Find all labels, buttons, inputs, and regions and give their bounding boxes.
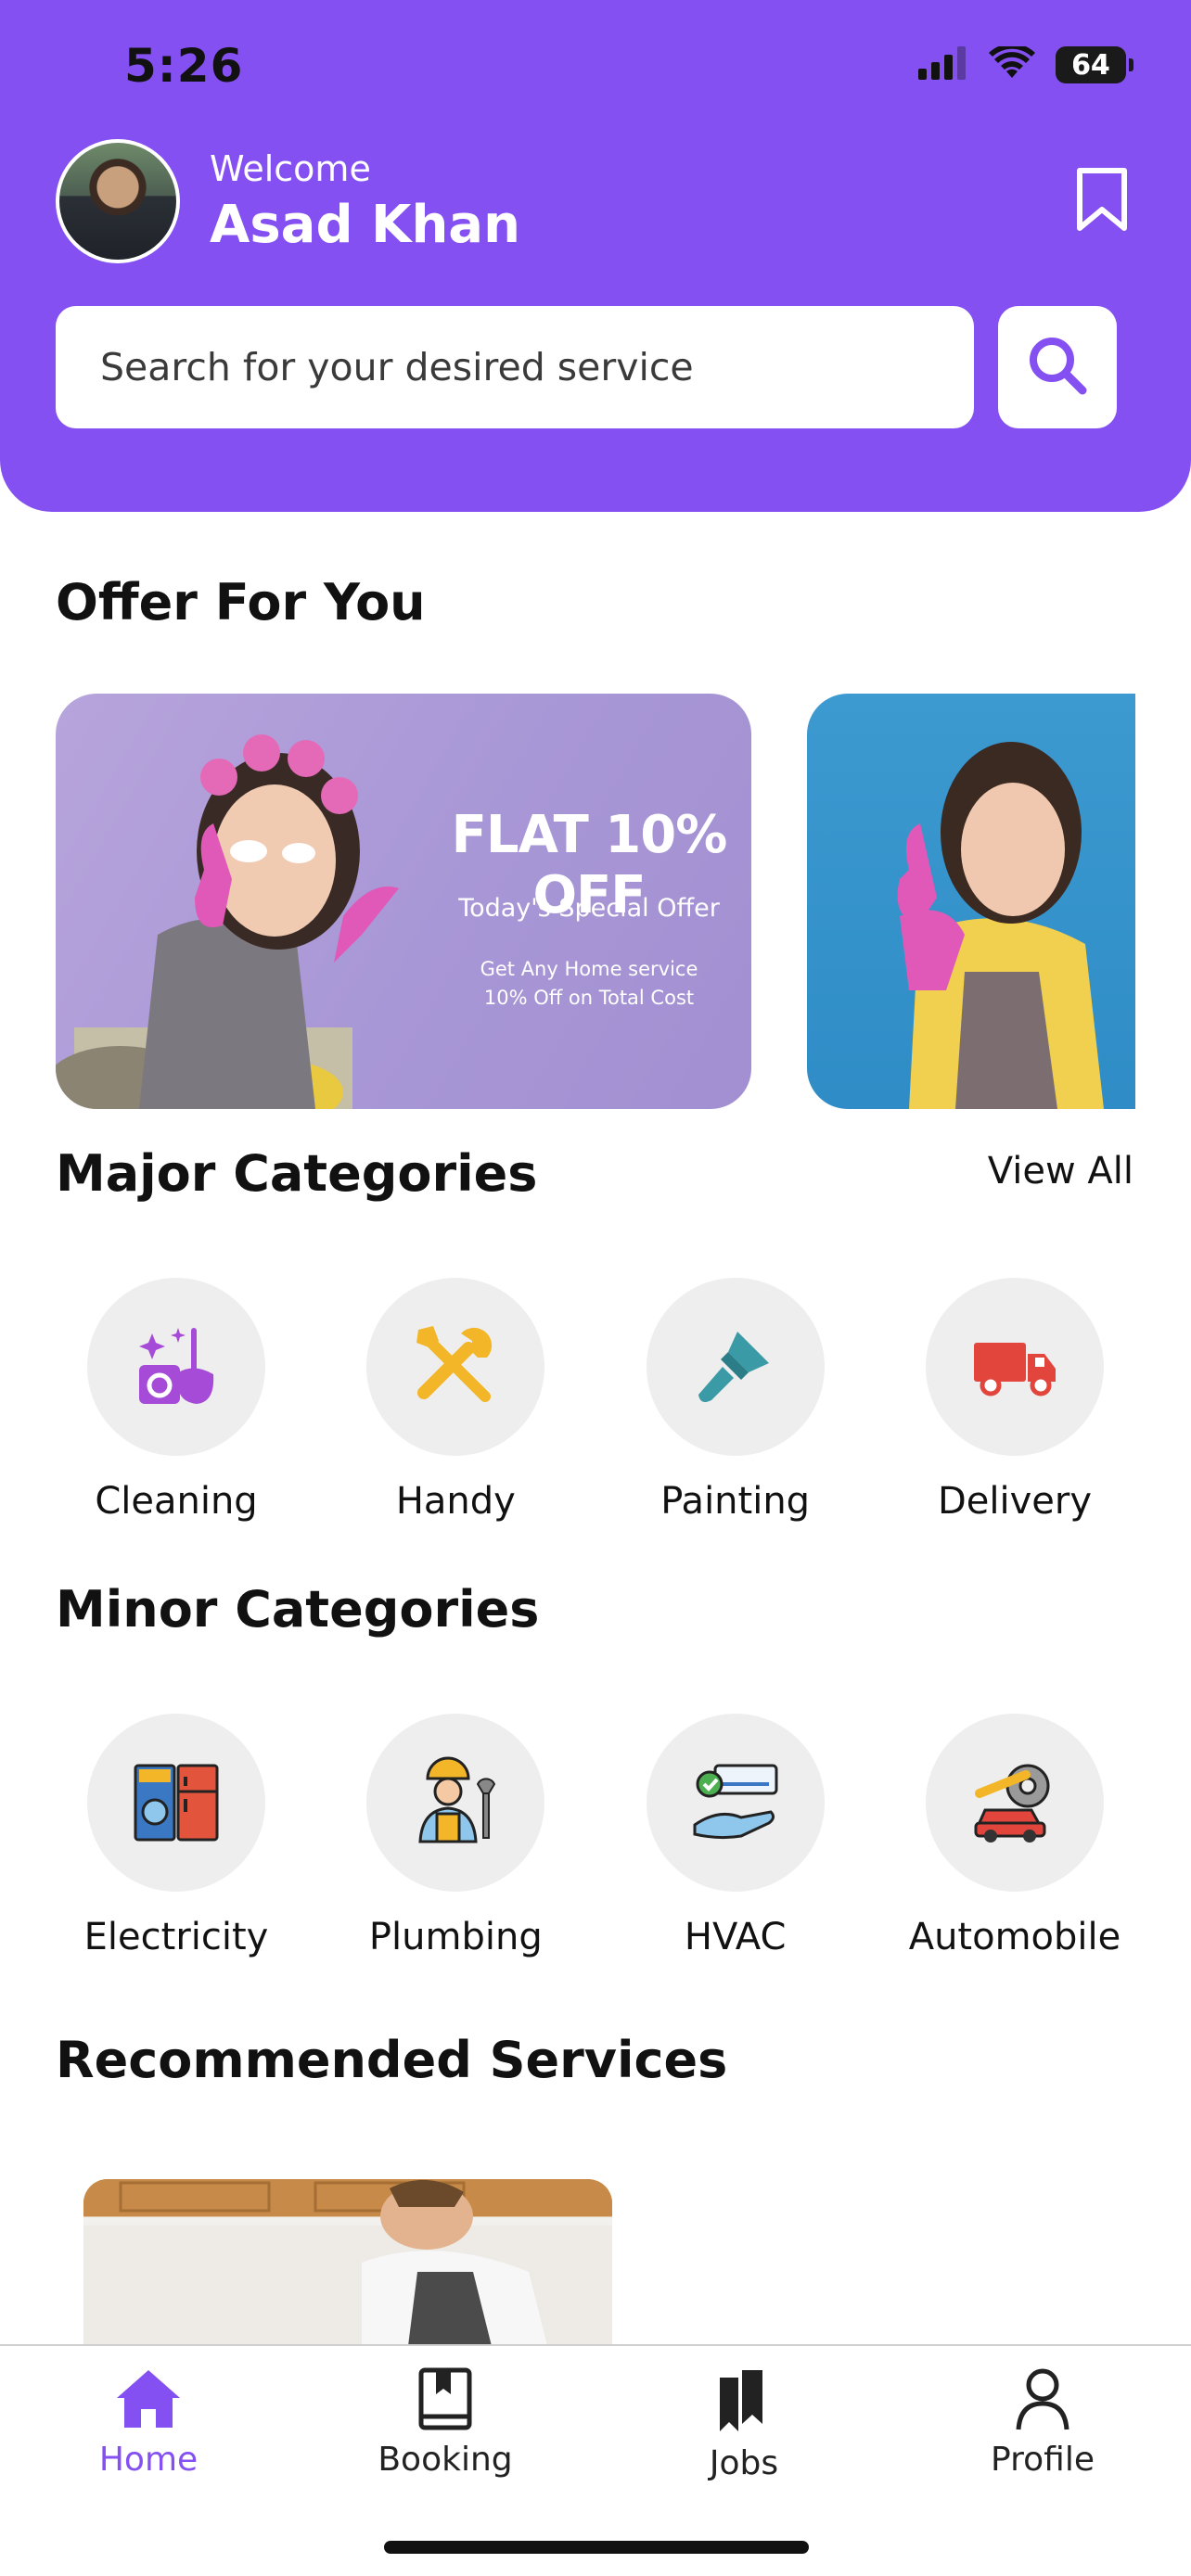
tab-booking[interactable]: Booking <box>352 2366 538 2479</box>
tab-jobs[interactable]: Jobs <box>651 2366 837 2482</box>
paint-brush-icon <box>691 1320 780 1413</box>
tab-label: Home <box>98 2441 198 2479</box>
status-time: 5:26 <box>124 39 244 93</box>
category-delivery[interactable]: Delivery <box>894 1278 1135 1523</box>
search-button[interactable] <box>998 306 1117 428</box>
category-painting[interactable]: Painting <box>615 1278 856 1523</box>
category-cleaning[interactable]: Cleaning <box>56 1278 297 1523</box>
category-icon-circle <box>925 1278 1104 1456</box>
category-electricity[interactable]: Electricity <box>56 1714 297 1958</box>
jobs-icon <box>714 2366 774 2439</box>
offer-person-image <box>56 734 399 1109</box>
welcome-text: Welcome <box>210 148 371 189</box>
recommended-service-card[interactable] <box>83 2179 612 2346</box>
plumber-icon <box>411 1756 500 1849</box>
home-indicator <box>384 2541 809 2554</box>
cellular-signal-icon <box>918 46 968 83</box>
category-label: Plumbing <box>368 1916 543 1958</box>
category-handy[interactable]: Handy <box>335 1278 576 1523</box>
offer-card[interactable]: FLAT 10% OFF Today's Special Offer Get A… <box>56 694 751 1109</box>
category-icon-circle <box>366 1278 545 1456</box>
truck-icon <box>970 1320 1059 1413</box>
tab-label: Booking <box>378 2441 513 2479</box>
recommended-title: Recommended Services <box>56 2031 728 2089</box>
book-icon <box>416 2366 475 2435</box>
home-icon <box>115 2366 182 2435</box>
tab-label: Profile <box>991 2441 1095 2479</box>
category-label: HVAC <box>684 1916 787 1958</box>
service-image <box>83 2179 612 2346</box>
category-icon-circle <box>646 1714 825 1892</box>
avatar[interactable] <box>56 139 180 263</box>
category-label: Electricity <box>83 1916 269 1958</box>
view-all-link[interactable]: View All <box>988 1150 1133 1192</box>
battery-level: 64 <box>1071 48 1110 82</box>
tab-home[interactable]: Home <box>56 2366 241 2479</box>
cleaning-icon <box>132 1320 221 1413</box>
user-name: Asad Khan <box>210 195 520 255</box>
offer-subtitle: Today's Special Offer <box>458 894 720 923</box>
tab-profile[interactable]: Profile <box>950 2366 1135 2479</box>
car-repair-icon <box>970 1756 1059 1849</box>
category-icon-circle <box>366 1714 545 1892</box>
header: 5:26 64 Welcome Asad Khan <box>0 0 1191 512</box>
category-icon-circle <box>646 1278 825 1456</box>
search-icon <box>1025 333 1090 402</box>
battery-icon: 64 <box>1056 46 1133 83</box>
search-input[interactable] <box>56 306 974 428</box>
category-icon-circle <box>87 1714 265 1892</box>
category-icon-circle <box>87 1278 265 1456</box>
category-label: Cleaning <box>95 1480 258 1523</box>
category-plumbing[interactable]: Plumbing <box>335 1714 576 1958</box>
offer-person-image <box>897 742 1104 1109</box>
wifi-icon <box>989 43 1035 83</box>
bookmark-icon <box>1074 167 1130 237</box>
category-hvac[interactable]: HVAC <box>615 1714 856 1958</box>
major-categories-title: Major Categories <box>56 1144 538 1203</box>
category-icon-circle <box>925 1714 1104 1892</box>
tools-icon <box>411 1320 500 1413</box>
category-label: Handy <box>395 1480 516 1523</box>
offer-description: Get Any Home service 10% Off on Total Co… <box>480 958 698 1009</box>
appliances-icon <box>132 1756 221 1849</box>
major-categories-list: Cleaning Handy Painting Delivery <box>56 1278 1135 1523</box>
category-label: Automobile <box>908 1916 1121 1958</box>
tab-label: Jobs <box>709 2444 779 2482</box>
category-label: Painting <box>660 1480 811 1523</box>
minor-categories-title: Minor Categories <box>56 1580 540 1639</box>
offer-card[interactable] <box>807 694 1135 1109</box>
category-label: Delivery <box>937 1480 1092 1523</box>
status-icons: 64 <box>918 43 1133 83</box>
category-automobile[interactable]: Automobile <box>894 1714 1135 1958</box>
air-conditioner-icon <box>691 1756 780 1849</box>
offers-title: Offer For You <box>56 573 426 631</box>
bookmark-button[interactable] <box>1065 165 1139 239</box>
minor-categories-list: Electricity Plumbing HVAC Automobile <box>56 1714 1135 1958</box>
profile-icon <box>1013 2366 1072 2435</box>
